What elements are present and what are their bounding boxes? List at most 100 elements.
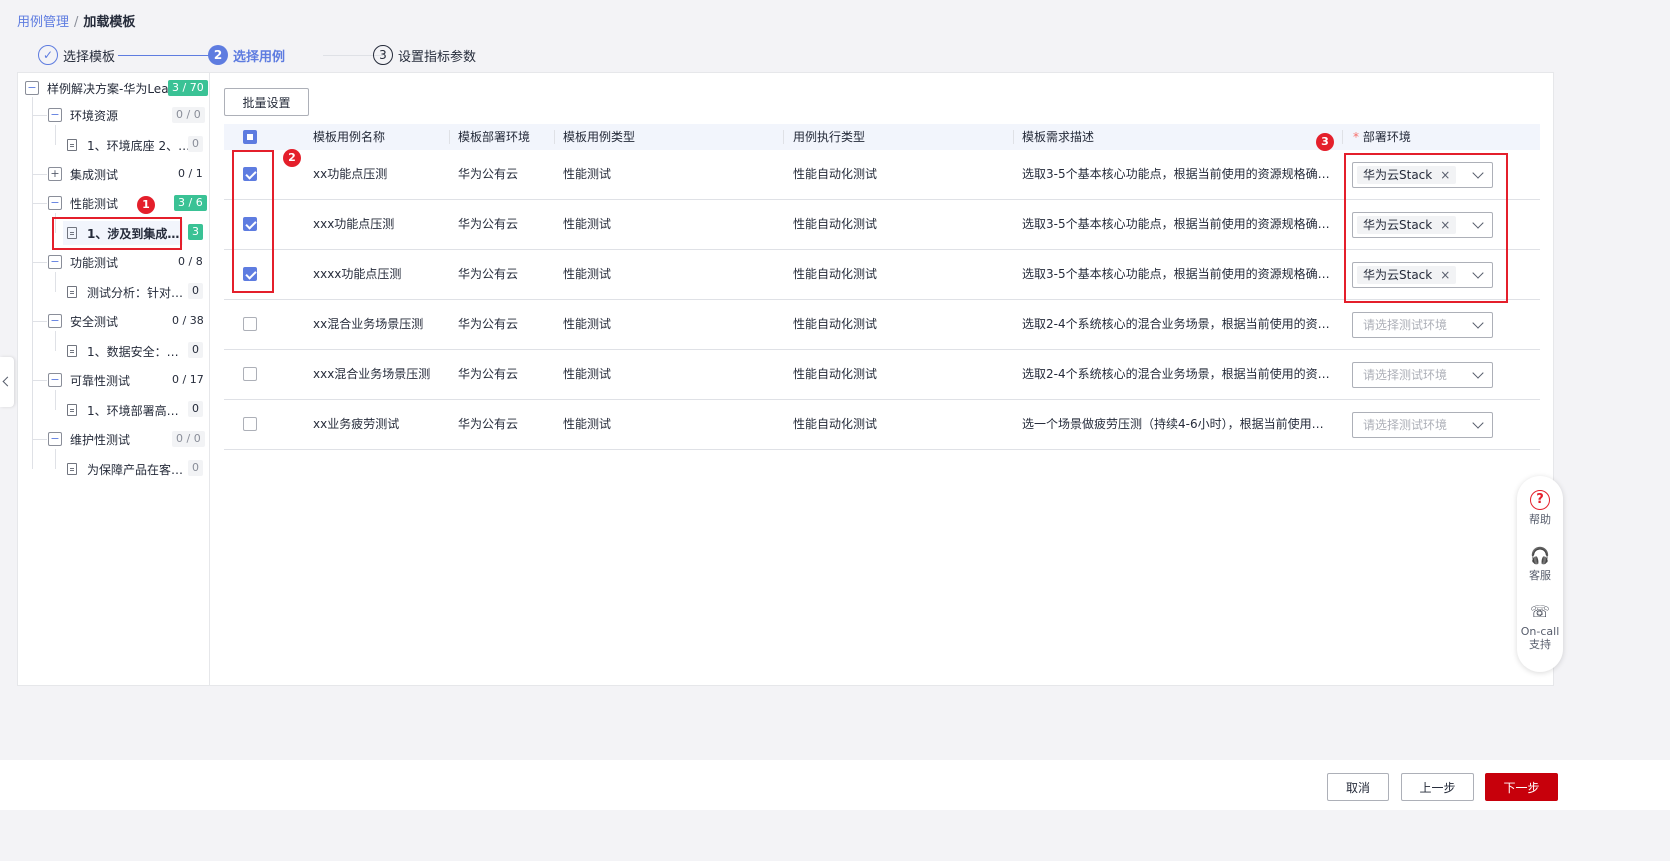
collapse-icon[interactable]: − [48,255,62,269]
tree-group-functional[interactable]: − 功能测试 [48,251,178,273]
step-label: 选择用例 [233,49,286,65]
count-badge: 0 / 0 [172,431,205,447]
next-step-button[interactable]: 下一步 [1485,773,1558,801]
column-divider [1013,130,1014,144]
column-header-type: 模板用例类型 [563,130,636,144]
row-checkbox[interactable] [243,417,257,431]
breadcrumb-link-case-management[interactable]: 用例管理 [17,15,69,30]
cancel-button[interactable]: 取消 [1327,773,1389,801]
table-row[interactable]: xx混合业务场景压测 华为公有云 性能测试 性能自动化测试 选取2-4个系统核心… [224,300,1540,350]
tree-leaf[interactable]: 1、环境部署高可... [67,399,192,421]
deploy-env-select[interactable]: 请选择测试环境 [1352,362,1493,388]
tree-leaf[interactable]: 测试分析：针对业... [67,281,192,303]
tree-leaf[interactable]: 1、环境底座 2、资... [67,134,202,156]
column-divider [449,130,450,144]
cell-name: xxx混合业务场景压测 [313,367,431,381]
sidebar-collapse-toggle[interactable] [0,357,14,407]
count-badge: 0 [188,401,203,417]
document-icon [67,404,77,416]
tree-group-performance[interactable]: − 性能测试 [48,192,178,214]
count-badge: 3 / 70 [168,80,208,96]
customer-service-button[interactable]: 🎧 客服 [1517,546,1563,582]
row-checkbox[interactable] [243,367,257,381]
cell-env: 华为公有云 [458,167,519,181]
collapse-icon[interactable]: − [48,108,62,122]
table-row[interactable]: xx功能点压测 华为公有云 性能测试 性能自动化测试 选取3-5个基本核心功能点… [224,150,1540,200]
previous-step-button[interactable]: 上一步 [1401,773,1474,801]
batch-settings-button[interactable]: 批量设置 [224,88,309,116]
cell-exec: 性能自动化测试 [793,417,878,431]
cell-name: xx混合业务场景压测 [313,317,424,331]
count-badge: 0 / 1 [178,167,203,180]
cell-exec: 性能自动化测试 [793,217,878,231]
document-icon [67,345,77,357]
tree-label: 为保障产品在客户... [87,462,187,477]
tree-group-security[interactable]: − 安全测试 [48,310,178,332]
collapse-icon[interactable]: − [25,81,39,95]
cell-env: 华为公有云 [458,367,519,381]
tree-group-maintainability[interactable]: − 维护性测试 [48,428,178,450]
tree-label: 集成测试 [70,167,119,182]
table-row[interactable]: xxx功能点压测 华为公有云 性能测试 性能自动化测试 选取3-5个基本核心功能… [224,200,1540,250]
table-row[interactable]: xx业务疲劳测试 华为公有云 性能测试 性能自动化测试 选一个场景做疲劳压测（持… [224,400,1540,450]
tree-group-integration[interactable]: + 集成测试 [48,163,178,185]
tree-guide [33,203,47,204]
step-connector [118,55,215,56]
count-badge: 3 / 6 [174,195,207,211]
count-badge: 0 / 17 [172,373,204,386]
cell-type: 性能测试 [563,167,612,181]
cell-type: 性能测试 [563,267,612,281]
cell-desc: 选取3-5个基本核心功能点，根据当前使用的资源规格确定压... [1022,267,1334,281]
annotation-box-1 [52,217,182,250]
tree-leaf[interactable]: 为保障产品在客户... [67,458,192,480]
expand-icon[interactable]: + [48,167,62,181]
select-all-checkbox[interactable] [243,130,257,144]
help-button[interactable]: ? 帮助 [1517,490,1563,526]
collapse-icon[interactable]: − [48,432,62,446]
column-header-env: 模板部署环境 [458,130,531,144]
oncall-label: On-call [1520,625,1560,638]
phone-icon: ☏ [1530,602,1551,621]
step-number: 2 [208,45,228,65]
cell-env: 华为公有云 [458,417,519,431]
document-icon [67,463,77,475]
step-set-params[interactable]: 3 设置指标参数 [373,45,476,65]
cell-type: 性能测试 [563,417,612,431]
tree-leaf[interactable]: 1、数据安全：场... [67,340,192,362]
table-row[interactable]: xxxx功能点压测 华为公有云 性能测试 性能自动化测试 选取3-5个基本核心功… [224,250,1540,300]
step-done-icon: ✓ [38,45,58,65]
tree-guide [55,331,56,351]
collapse-icon[interactable]: − [48,373,62,387]
count-badge: 0 [188,283,203,299]
oncall-button[interactable]: ☏ On-call 支持 [1517,602,1563,651]
deploy-env-select[interactable]: 请选择测试环境 [1352,412,1493,438]
table-header: 模板用例名称 模板部署环境 模板用例类型 用例执行类型 模板需求描述 * 部署环… [224,124,1540,150]
tree-group-reliability[interactable]: − 可靠性测试 [48,369,178,391]
count-badge: 3 [188,224,203,240]
headset-icon: 🎧 [1530,546,1550,565]
column-header-deploy: * 部署环境 [1353,124,1411,150]
tree-guide [55,449,56,469]
table-row[interactable]: xxx混合业务场景压测 华为公有云 性能测试 性能自动化测试 选取2-4个系统核… [224,350,1540,400]
step-select-case[interactable]: 2 选择用例 [208,45,285,65]
column-divider [554,130,555,144]
tree-label: 样例解决方案-华为Lead [47,81,177,96]
deploy-env-select[interactable]: 请选择测试环境 [1352,312,1493,338]
row-checkbox[interactable] [243,317,257,331]
step-select-template[interactable]: ✓ 选择模板 [38,45,115,65]
collapse-icon[interactable]: − [48,314,62,328]
count-badge: 0 / 0 [172,107,205,123]
collapse-icon[interactable]: − [48,196,62,210]
cell-type: 性能测试 [563,367,612,381]
wizard-steps: ✓ 选择模板 2 选择用例 3 设置指标参数 [38,45,638,67]
tree-group-env-resource[interactable]: − 环境资源 [48,104,178,126]
floating-help-bar: ? 帮助 🎧 客服 ☏ On-call 支持 [1517,476,1563,672]
annotation-marker-3: 3 [1316,133,1334,151]
cell-desc: 选一个场景做疲劳压测（持续4-6小时），根据当前使用的资... [1022,417,1334,431]
tree-guide [33,174,47,175]
tree-label: 安全测试 [70,314,119,329]
cell-name: xxxx功能点压测 [313,267,402,281]
chevron-down-icon [1472,417,1484,429]
tree-label: 功能测试 [70,255,119,270]
cell-name: xx功能点压测 [313,167,388,181]
